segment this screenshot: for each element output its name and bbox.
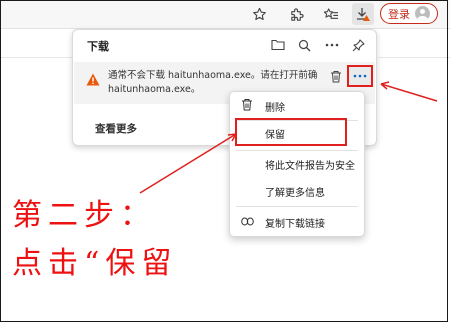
page-divider xyxy=(0,57,72,58)
page-divider xyxy=(378,57,450,58)
login-button[interactable]: 登录 xyxy=(380,3,438,24)
keep-highlight-box xyxy=(235,118,347,146)
download-context-menu: 删除 保留 将此文件报告为安全 了解更多信息 复制下载链接 xyxy=(229,91,365,237)
panel-title: 下载 xyxy=(87,40,109,53)
item-more-button[interactable] xyxy=(347,65,373,87)
star-icon[interactable] xyxy=(250,5,268,23)
extensions-icon[interactable] xyxy=(287,5,305,23)
menu-item-report-safe[interactable]: 将此文件报告为安全 xyxy=(230,153,364,175)
trash-icon[interactable] xyxy=(330,68,342,87)
step-description: 点击“保留 xyxy=(12,246,178,281)
menu-item-label: 删除 xyxy=(265,102,285,114)
step-title: 第二步： xyxy=(12,198,156,233)
downloads-icon[interactable] xyxy=(352,3,374,25)
avatar xyxy=(415,6,430,21)
folder-icon[interactable] xyxy=(269,36,287,54)
browser-toolbar: 登录 xyxy=(0,0,450,29)
login-label: 登录 xyxy=(388,7,410,21)
arrow-to-more-button xyxy=(380,81,438,102)
menu-item-copy-link[interactable]: 复制下载链接 xyxy=(230,211,364,233)
menu-divider xyxy=(236,150,358,151)
menu-item-learn-more[interactable]: 了解更多信息 xyxy=(230,180,364,202)
pin-icon[interactable] xyxy=(349,36,367,54)
favorites-icon[interactable] xyxy=(322,5,340,23)
search-icon[interactable] xyxy=(295,36,313,54)
menu-item-label: 了解更多信息 xyxy=(265,187,325,199)
menu-item-label: 将此文件报告为安全 xyxy=(265,160,355,172)
more-icon xyxy=(353,74,367,78)
see-more-link[interactable]: 查看更多 xyxy=(95,121,137,136)
warning-line-1: 通常不会下载 haitunhaoma.exe。请在打开前确 xyxy=(108,70,318,81)
menu-item-delete[interactable]: 删除 xyxy=(230,95,364,117)
menu-item-label: 复制下载链接 xyxy=(265,218,325,230)
menu-divider xyxy=(236,206,358,207)
trash-icon xyxy=(241,98,253,114)
more-icon[interactable] xyxy=(323,36,341,54)
link-icon xyxy=(241,217,254,229)
warning-icon xyxy=(86,71,100,90)
